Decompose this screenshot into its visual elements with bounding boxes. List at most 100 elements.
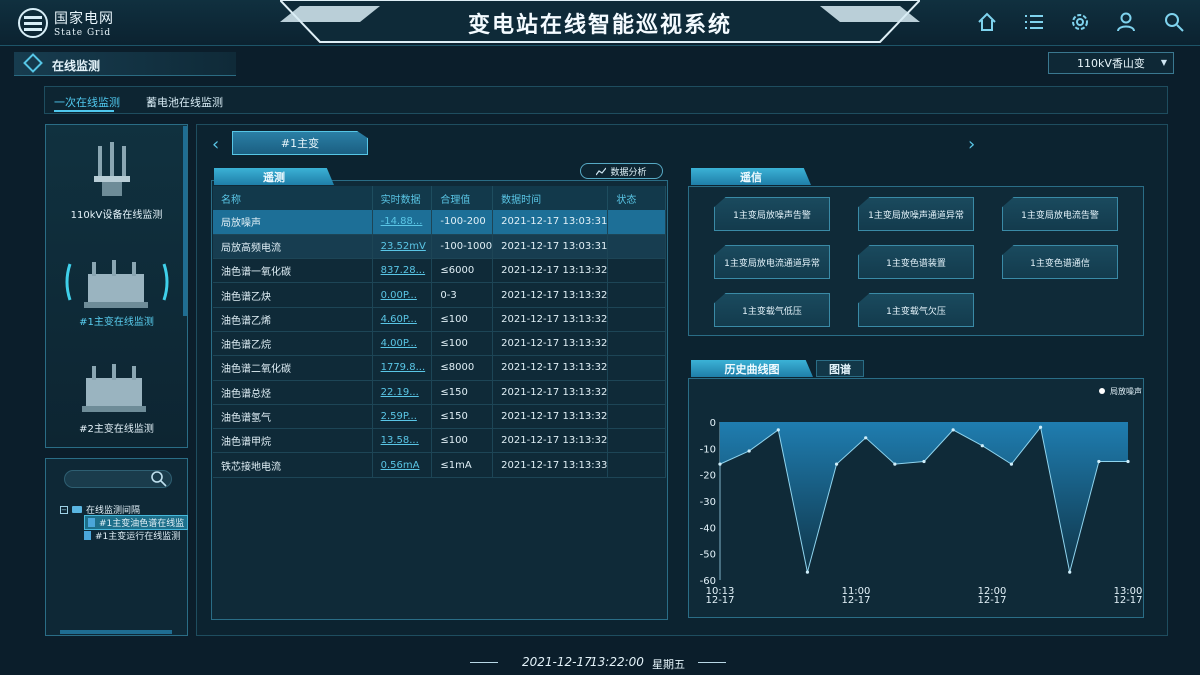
signal-button[interactable]: 1主变局放电流通道异常 xyxy=(714,245,830,279)
x-tick-label: 12-17 xyxy=(1113,595,1142,606)
cell-value[interactable]: 4.60P... xyxy=(372,307,433,332)
cell-time: 2021-12-17 13:03:31 xyxy=(492,210,609,235)
y-tick-label: -30 xyxy=(700,497,716,508)
series-point[interactable] xyxy=(1009,462,1014,466)
signal-button[interactable]: 1主变载气欠压 xyxy=(858,293,974,327)
tab-primary-monitoring[interactable]: 一次在线监测 xyxy=(54,94,120,110)
cell-value[interactable]: -14.88... xyxy=(372,210,433,235)
equipment-110kv[interactable]: 110kV设备在线监测 xyxy=(45,206,188,221)
collapse-icon[interactable]: − xyxy=(60,505,68,514)
table-row[interactable]: 铁芯接地电流 0.56mA ≤1mA 2021-12-17 13:13:33 xyxy=(213,452,666,478)
chevron-left-icon[interactable]: ‹ xyxy=(212,134,219,155)
gear-icon[interactable] xyxy=(1066,8,1094,36)
signal-button[interactable]: 1主变色谱通信 xyxy=(1002,245,1118,279)
data-analysis-button[interactable]: 数据分析 xyxy=(580,163,663,179)
cell-value[interactable]: 2.59P... xyxy=(372,404,433,430)
user-icon[interactable] xyxy=(1112,8,1140,36)
cell-name: 铁芯接地电流 xyxy=(213,452,373,478)
tree-node-oil-chromatography[interactable]: #1主变油色谱在线监 xyxy=(84,515,189,530)
cell-value[interactable]: 1779.8... xyxy=(372,355,433,381)
signal-button[interactable]: 1主变载气低压 xyxy=(714,293,830,327)
series-point[interactable] xyxy=(1097,459,1101,464)
cell-status xyxy=(607,380,666,405)
signal-tab[interactable]: 遥信 xyxy=(691,168,811,185)
cell-value[interactable]: 22.19... xyxy=(372,380,433,405)
cell-range: ≤100 xyxy=(431,428,494,454)
table-row[interactable]: 油色谱乙炔 0.00P... 0-3 2021-12-17 13:13:32 xyxy=(213,282,666,308)
tree-child-label: #1主变油色谱在线监 xyxy=(99,519,185,529)
cell-value[interactable]: 0.00P... xyxy=(372,282,433,308)
table-row[interactable]: 局放噪声 -14.88... -100-200 2021-12-17 13:03:31 xyxy=(213,210,666,235)
signal-button[interactable]: 1主变局放噪声告警 xyxy=(714,197,830,231)
series-point[interactable] xyxy=(922,459,926,464)
legend-label: 局放噪声 xyxy=(1110,386,1142,396)
series-point[interactable] xyxy=(893,462,897,466)
cell-name: 油色谱乙炔 xyxy=(213,282,373,308)
home-icon[interactable] xyxy=(973,8,1001,36)
telemetry-table: 名称 实时数据 合理值 数据时间 状态 局放噪声 -14.88... -100-20… xyxy=(213,186,666,478)
tree-node-operation[interactable]: #1主变运行在线监测 xyxy=(84,529,180,542)
table-row[interactable]: 油色谱总烃 22.19... ≤150 2021-12-17 13:13:32 xyxy=(213,380,666,405)
series-point[interactable] xyxy=(834,462,839,466)
switchgear-icon[interactable] xyxy=(92,140,132,198)
cell-value[interactable]: 4.00P... xyxy=(372,331,433,357)
tab-battery-monitoring[interactable]: 蓄电池在线监测 xyxy=(146,94,223,110)
signal-button[interactable]: 1主变局放电流告警 xyxy=(1002,197,1118,231)
history-curve-tab[interactable]: 历史曲线图 xyxy=(691,360,813,377)
equipment-transformer-1[interactable]: #1主变在线监测 xyxy=(45,313,188,328)
cell-status xyxy=(607,331,666,357)
table-row[interactable]: 油色谱乙烷 4.00P... ≤100 2021-12-17 13:13:32 xyxy=(213,331,666,357)
station-select[interactable]: 110kV香山变 ▼ xyxy=(1048,52,1174,74)
col-time: 数据时间 xyxy=(492,186,609,210)
spectrum-tab[interactable]: 图谱 xyxy=(816,360,864,377)
tree-scrollbar[interactable] xyxy=(60,630,172,634)
search-icon[interactable] xyxy=(1160,8,1188,36)
series-point[interactable] xyxy=(980,444,984,448)
cell-value[interactable]: 0.56mA xyxy=(372,452,433,478)
title-plate: 变电站在线智能巡视系统 xyxy=(280,0,920,44)
series-point[interactable] xyxy=(747,449,751,453)
telemetry-tab[interactable]: 遥测 xyxy=(214,168,334,185)
data-analysis-label: 数据分析 xyxy=(610,167,647,178)
footer-weekday: 星期五 xyxy=(652,658,685,671)
search-icon[interactable] xyxy=(150,470,168,488)
transformer-2-icon[interactable] xyxy=(80,362,150,414)
cell-range: -100-200 xyxy=(431,210,494,235)
series-point[interactable] xyxy=(1038,425,1043,429)
signal-button[interactable]: 1主变色谱装置 xyxy=(858,245,974,279)
series-point[interactable] xyxy=(718,462,722,466)
series-point[interactable] xyxy=(1068,570,1072,574)
x-tick-label: 12-17 xyxy=(977,595,1006,606)
transformer-tab[interactable]: #1主变 xyxy=(232,131,368,155)
table-row[interactable]: 油色谱甲烷 13.58... ≤100 2021-12-17 13:13:32 xyxy=(213,428,666,454)
cell-status xyxy=(607,210,666,235)
cell-value[interactable]: 23.52mV xyxy=(372,234,433,260)
cell-range: -100-1000 xyxy=(431,234,494,260)
x-tick-label: 12-17 xyxy=(841,595,870,606)
series-point[interactable] xyxy=(1126,459,1130,464)
cell-name: 油色谱甲烷 xyxy=(213,428,373,454)
table-row[interactable]: 油色谱乙烯 4.60P... ≤100 2021-12-17 13:13:32 xyxy=(213,307,666,332)
state-grid-logo: 国家电网 State Grid xyxy=(18,6,138,40)
series-point[interactable] xyxy=(951,428,955,432)
table-row[interactable]: 油色谱二氧化碳 1779.8... ≤8000 2021-12-17 13:13:32 xyxy=(213,355,666,381)
table-row[interactable]: 油色谱氢气 2.59P... ≤150 2021-12-17 13:13:32 xyxy=(213,404,666,430)
series-point[interactable] xyxy=(776,428,780,432)
cell-value[interactable]: 837.28... xyxy=(372,258,433,284)
list-icon[interactable] xyxy=(1020,8,1048,36)
table-row[interactable]: 油色谱一氧化碳 837.28... ≤6000 2021-12-17 13:13:32 xyxy=(213,258,666,284)
table-row[interactable]: 局放高频电流 23.52mV -100-1000 2021-12-17 13:03:3… xyxy=(213,234,666,260)
equipment-transformer-2[interactable]: #2主变在线监测 xyxy=(45,420,188,435)
transformer-1-icon[interactable] xyxy=(62,256,172,312)
cell-name: 油色谱氢气 xyxy=(213,404,373,430)
cell-time: 2021-12-17 13:13:32 xyxy=(492,404,609,430)
table-header-row: 名称 实时数据 合理值 数据时间 状态 xyxy=(213,186,666,210)
series-point[interactable] xyxy=(805,570,810,574)
series-point[interactable] xyxy=(864,436,868,440)
x-tick-label: 12-17 xyxy=(705,595,734,606)
cell-status xyxy=(607,404,666,430)
chevron-right-icon[interactable]: › xyxy=(968,134,975,155)
equipment-scrollbar[interactable] xyxy=(183,126,187,316)
signal-button[interactable]: 1主变局放噪声通道异常 xyxy=(858,197,974,231)
cell-value[interactable]: 13.58... xyxy=(372,428,433,454)
